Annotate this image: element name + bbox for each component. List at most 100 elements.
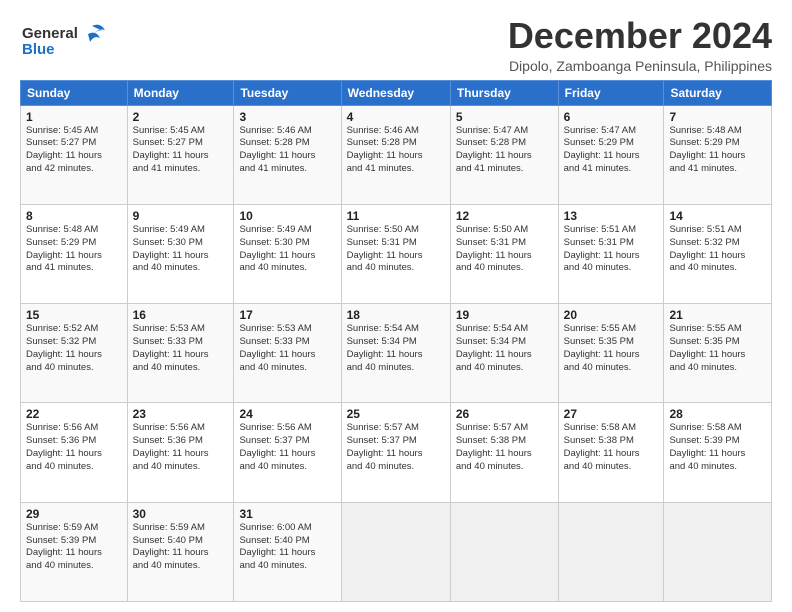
day-number: 24 (239, 407, 335, 421)
day-info: Sunrise: 5:54 AM Sunset: 5:34 PM Dayligh… (456, 323, 553, 374)
header: General Blue December 2024 Dipolo, Zambo… (20, 16, 772, 74)
day-number: 12 (456, 209, 553, 223)
calendar-week-1: 1Sunrise: 5:45 AM Sunset: 5:27 PM Daylig… (21, 105, 772, 204)
day-number: 7 (669, 110, 766, 124)
day-number: 29 (26, 507, 122, 521)
day-number: 13 (564, 209, 659, 223)
day-number: 25 (347, 407, 445, 421)
calendar-cell: 14Sunrise: 5:51 AM Sunset: 5:32 PM Dayli… (664, 204, 772, 303)
subtitle: Dipolo, Zamboanga Peninsula, Philippines (508, 58, 772, 74)
logo-icon: General Blue (20, 20, 110, 64)
day-info: Sunrise: 5:58 AM Sunset: 5:39 PM Dayligh… (669, 422, 766, 473)
day-number: 6 (564, 110, 659, 124)
header-day-saturday: Saturday (664, 80, 772, 105)
calendar-cell: 2Sunrise: 5:45 AM Sunset: 5:27 PM Daylig… (127, 105, 234, 204)
calendar-cell (664, 502, 772, 601)
calendar-cell: 16Sunrise: 5:53 AM Sunset: 5:33 PM Dayli… (127, 304, 234, 403)
day-number: 22 (26, 407, 122, 421)
day-number: 10 (239, 209, 335, 223)
calendar-table: SundayMondayTuesdayWednesdayThursdayFrid… (20, 80, 772, 602)
header-day-thursday: Thursday (450, 80, 558, 105)
day-info: Sunrise: 5:47 AM Sunset: 5:29 PM Dayligh… (564, 125, 659, 176)
calendar-cell: 3Sunrise: 5:46 AM Sunset: 5:28 PM Daylig… (234, 105, 341, 204)
day-info: Sunrise: 5:56 AM Sunset: 5:36 PM Dayligh… (133, 422, 229, 473)
calendar-cell: 10Sunrise: 5:49 AM Sunset: 5:30 PM Dayli… (234, 204, 341, 303)
day-number: 17 (239, 308, 335, 322)
day-number: 2 (133, 110, 229, 124)
calendar-cell: 4Sunrise: 5:46 AM Sunset: 5:28 PM Daylig… (341, 105, 450, 204)
day-info: Sunrise: 6:00 AM Sunset: 5:40 PM Dayligh… (239, 522, 335, 573)
calendar-cell: 9Sunrise: 5:49 AM Sunset: 5:30 PM Daylig… (127, 204, 234, 303)
day-number: 19 (456, 308, 553, 322)
day-info: Sunrise: 5:48 AM Sunset: 5:29 PM Dayligh… (26, 224, 122, 275)
day-number: 4 (347, 110, 445, 124)
calendar-cell: 13Sunrise: 5:51 AM Sunset: 5:31 PM Dayli… (558, 204, 664, 303)
svg-text:Blue: Blue (22, 41, 55, 58)
calendar-week-5: 29Sunrise: 5:59 AM Sunset: 5:39 PM Dayli… (21, 502, 772, 601)
day-info: Sunrise: 5:59 AM Sunset: 5:40 PM Dayligh… (133, 522, 229, 573)
calendar-header-row: SundayMondayTuesdayWednesdayThursdayFrid… (21, 80, 772, 105)
day-info: Sunrise: 5:50 AM Sunset: 5:31 PM Dayligh… (347, 224, 445, 275)
calendar-cell: 18Sunrise: 5:54 AM Sunset: 5:34 PM Dayli… (341, 304, 450, 403)
calendar-week-4: 22 Sunrise: 5:56 AM Sunset: 5:36 PM Dayli… (21, 403, 772, 502)
day-info: Sunrise: 5:53 AM Sunset: 5:33 PM Dayligh… (133, 323, 229, 374)
header-day-wednesday: Wednesday (341, 80, 450, 105)
day-info: Sunrise: 5:46 AM Sunset: 5:28 PM Dayligh… (347, 125, 445, 176)
calendar-cell: 23Sunrise: 5:56 AM Sunset: 5:36 PM Dayli… (127, 403, 234, 502)
day-number: 16 (133, 308, 229, 322)
calendar-cell: 22Sunrise: 5:56 AM Sunset: 5:36 PM Dayli… (21, 403, 128, 502)
calendar-cell (341, 502, 450, 601)
day-number: 11 (347, 209, 445, 223)
svg-text:General: General (22, 25, 78, 42)
day-info: Sunrise: 5:57 AM Sunset: 5:37 PM Dayligh… (347, 422, 445, 473)
day-info: Sunrise: 5:49 AM Sunset: 5:30 PM Dayligh… (133, 224, 229, 275)
calendar-cell: 15Sunrise: 5:52 AM Sunset: 5:32 PM Dayli… (21, 304, 128, 403)
calendar-cell: 7Sunrise: 5:48 AM Sunset: 5:29 PM Daylig… (664, 105, 772, 204)
calendar-cell: 12Sunrise: 5:50 AM Sunset: 5:31 PM Dayli… (450, 204, 558, 303)
calendar-cell: 21Sunrise: 5:55 AM Sunset: 5:35 PM Dayli… (664, 304, 772, 403)
day-info: Sunrise: 5:56 AM Sunset: 5:37 PM Dayligh… (239, 422, 335, 473)
day-info: Sunrise: 5:59 AM Sunset: 5:39 PM Dayligh… (26, 522, 122, 573)
day-number: 23 (133, 407, 229, 421)
day-number: 14 (669, 209, 766, 223)
calendar-week-2: 8Sunrise: 5:48 AM Sunset: 5:29 PM Daylig… (21, 204, 772, 303)
calendar-week-3: 15Sunrise: 5:52 AM Sunset: 5:32 PM Dayli… (21, 304, 772, 403)
calendar-cell: 11Sunrise: 5:50 AM Sunset: 5:31 PM Dayli… (341, 204, 450, 303)
day-info: Sunrise: 5:53 AM Sunset: 5:33 PM Dayligh… (239, 323, 335, 374)
calendar-cell: 26Sunrise: 5:57 AM Sunset: 5:38 PM Dayli… (450, 403, 558, 502)
day-number: 3 (239, 110, 335, 124)
day-info: Sunrise: 5:57 AM Sunset: 5:38 PM Dayligh… (456, 422, 553, 473)
header-day-sunday: Sunday (21, 80, 128, 105)
day-number: 26 (456, 407, 553, 421)
calendar-cell: 17Sunrise: 5:53 AM Sunset: 5:33 PM Dayli… (234, 304, 341, 403)
header-day-friday: Friday (558, 80, 664, 105)
calendar-cell: 8Sunrise: 5:48 AM Sunset: 5:29 PM Daylig… (21, 204, 128, 303)
logo-content: General Blue (20, 20, 110, 69)
day-number: 15 (26, 308, 122, 322)
day-number: 9 (133, 209, 229, 223)
day-info: Sunrise: 5:45 AM Sunset: 5:27 PM Dayligh… (133, 125, 229, 176)
day-info: Sunrise: 5:49 AM Sunset: 5:30 PM Dayligh… (239, 224, 335, 275)
calendar-cell: 20Sunrise: 5:55 AM Sunset: 5:35 PM Dayli… (558, 304, 664, 403)
day-number: 28 (669, 407, 766, 421)
title-section: December 2024 Dipolo, Zamboanga Peninsul… (508, 16, 772, 74)
day-number: 20 (564, 308, 659, 322)
calendar-cell: 24Sunrise: 5:56 AM Sunset: 5:37 PM Dayli… (234, 403, 341, 502)
day-number: 27 (564, 407, 659, 421)
day-number: 21 (669, 308, 766, 322)
day-number: 31 (239, 507, 335, 521)
calendar-cell: 27Sunrise: 5:58 AM Sunset: 5:38 PM Dayli… (558, 403, 664, 502)
day-info: Sunrise: 5:47 AM Sunset: 5:28 PM Dayligh… (456, 125, 553, 176)
calendar-cell: 5Sunrise: 5:47 AM Sunset: 5:28 PM Daylig… (450, 105, 558, 204)
main-title: December 2024 (508, 16, 772, 56)
calendar-cell: 31Sunrise: 6:00 AM Sunset: 5:40 PM Dayli… (234, 502, 341, 601)
header-day-tuesday: Tuesday (234, 80, 341, 105)
day-info: Sunrise: 5:55 AM Sunset: 5:35 PM Dayligh… (669, 323, 766, 374)
day-info: Sunrise: 5:51 AM Sunset: 5:32 PM Dayligh… (669, 224, 766, 275)
calendar-cell (450, 502, 558, 601)
day-number: 30 (133, 507, 229, 521)
day-number: 5 (456, 110, 553, 124)
day-info: Sunrise: 5:48 AM Sunset: 5:29 PM Dayligh… (669, 125, 766, 176)
day-info: Sunrise: 5:51 AM Sunset: 5:31 PM Dayligh… (564, 224, 659, 275)
calendar-cell (558, 502, 664, 601)
